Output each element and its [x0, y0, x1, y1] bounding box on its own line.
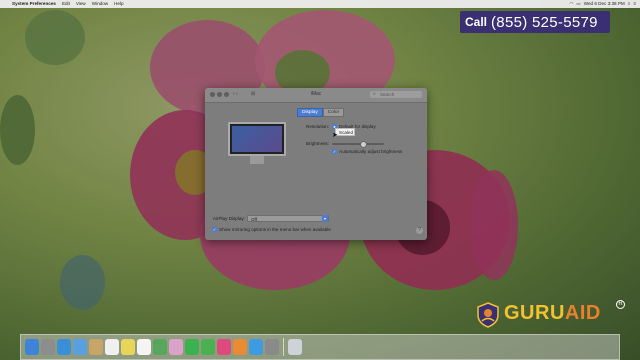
chevron-down-icon: ▾ — [322, 215, 328, 222]
tab-bar: Display Color — [297, 108, 345, 117]
brightness-slider[interactable] — [332, 141, 384, 148]
dock-separator — [283, 338, 284, 356]
brand-name: GURUAID — [504, 302, 601, 325]
auto-brightness-checkbox[interactable]: ✓ — [332, 149, 337, 154]
brand-part-aid: AID — [564, 302, 601, 324]
ibooks-icon[interactable] — [233, 339, 247, 355]
help-button[interactable]: ? — [416, 227, 423, 234]
menu-view[interactable]: View — [73, 0, 89, 8]
mouse-pointer-icon: ➤ — [332, 132, 338, 139]
search-field[interactable]: ⌕ Search — [370, 91, 422, 98]
menu-edit[interactable]: Edit — [59, 0, 73, 8]
photos-icon[interactable] — [169, 339, 183, 355]
phone-number: (855) 525-5579 — [491, 13, 598, 31]
system-preferences-icon[interactable] — [265, 339, 279, 355]
trash-icon[interactable] — [288, 339, 302, 355]
finder-icon[interactable] — [25, 339, 39, 355]
display-preferences-window: ‹ › ⊞ iMac ⌕ Search Display Color Resolu… — [205, 88, 427, 240]
scaled-option[interactable]: Scaled — [335, 128, 355, 136]
call-label: Call — [465, 15, 488, 29]
reminders-icon[interactable] — [137, 339, 151, 355]
facetime-icon[interactable] — [201, 339, 215, 355]
dock — [20, 334, 620, 360]
imac-display-icon — [228, 122, 286, 164]
messages-icon[interactable] — [185, 339, 199, 355]
maps-icon[interactable] — [153, 339, 167, 355]
menu-bar: System Preferences Edit View Window Help… — [0, 0, 640, 8]
calendar-icon[interactable] — [105, 339, 119, 355]
brightness-slider-knob[interactable] — [359, 141, 367, 148]
contacts-icon[interactable] — [89, 339, 103, 355]
search-icon: ⌕ — [373, 91, 376, 97]
wifi-icon[interactable]: ◠ — [569, 0, 573, 8]
menu-app-name[interactable]: System Preferences — [9, 0, 59, 8]
guruaid-logo: GURUAID R — [476, 300, 626, 330]
auto-brightness-label[interactable]: Automatically adjust brightness — [339, 149, 402, 154]
shield-icon — [477, 302, 499, 328]
itunes-icon[interactable] — [217, 339, 231, 355]
clock[interactable]: Wed 6 Dec 3:38 PM — [584, 0, 625, 8]
search-placeholder: Search — [380, 92, 395, 97]
tab-color[interactable]: Color — [322, 108, 345, 117]
airplay-select[interactable]: Off ▾ — [247, 215, 329, 222]
launchpad-icon[interactable] — [41, 339, 55, 355]
call-banner: Call (855) 525-5579 — [460, 11, 610, 33]
airplay-value: Off — [251, 217, 257, 222]
airplay-label: AirPlay Display: — [212, 216, 245, 221]
registered-mark: R — [616, 300, 625, 309]
tab-display[interactable]: Display — [297, 108, 323, 117]
mail-icon[interactable] — [73, 339, 87, 355]
brand-part-guru: GURU — [504, 302, 565, 324]
notes-icon[interactable] — [121, 339, 135, 355]
window-titlebar[interactable]: ‹ › ⊞ iMac ⌕ Search — [205, 88, 427, 103]
brightness-label: Brightness: — [306, 141, 329, 146]
mirroring-label[interactable]: Show mirroring options in the menu bar w… — [219, 227, 331, 232]
resolution-label: Resolution: — [306, 124, 329, 129]
mirroring-checkbox[interactable]: ✓ — [212, 227, 217, 232]
spotlight-icon[interactable]: ⌕ — [628, 0, 631, 8]
menu-window[interactable]: Window — [89, 0, 111, 8]
safari-icon[interactable] — [57, 339, 71, 355]
battery-icon[interactable]: ▭ — [576, 0, 580, 8]
app-store-icon[interactable] — [249, 339, 263, 355]
menu-help[interactable]: Help — [111, 0, 126, 8]
notification-center-icon[interactable]: ≡ — [633, 0, 636, 8]
